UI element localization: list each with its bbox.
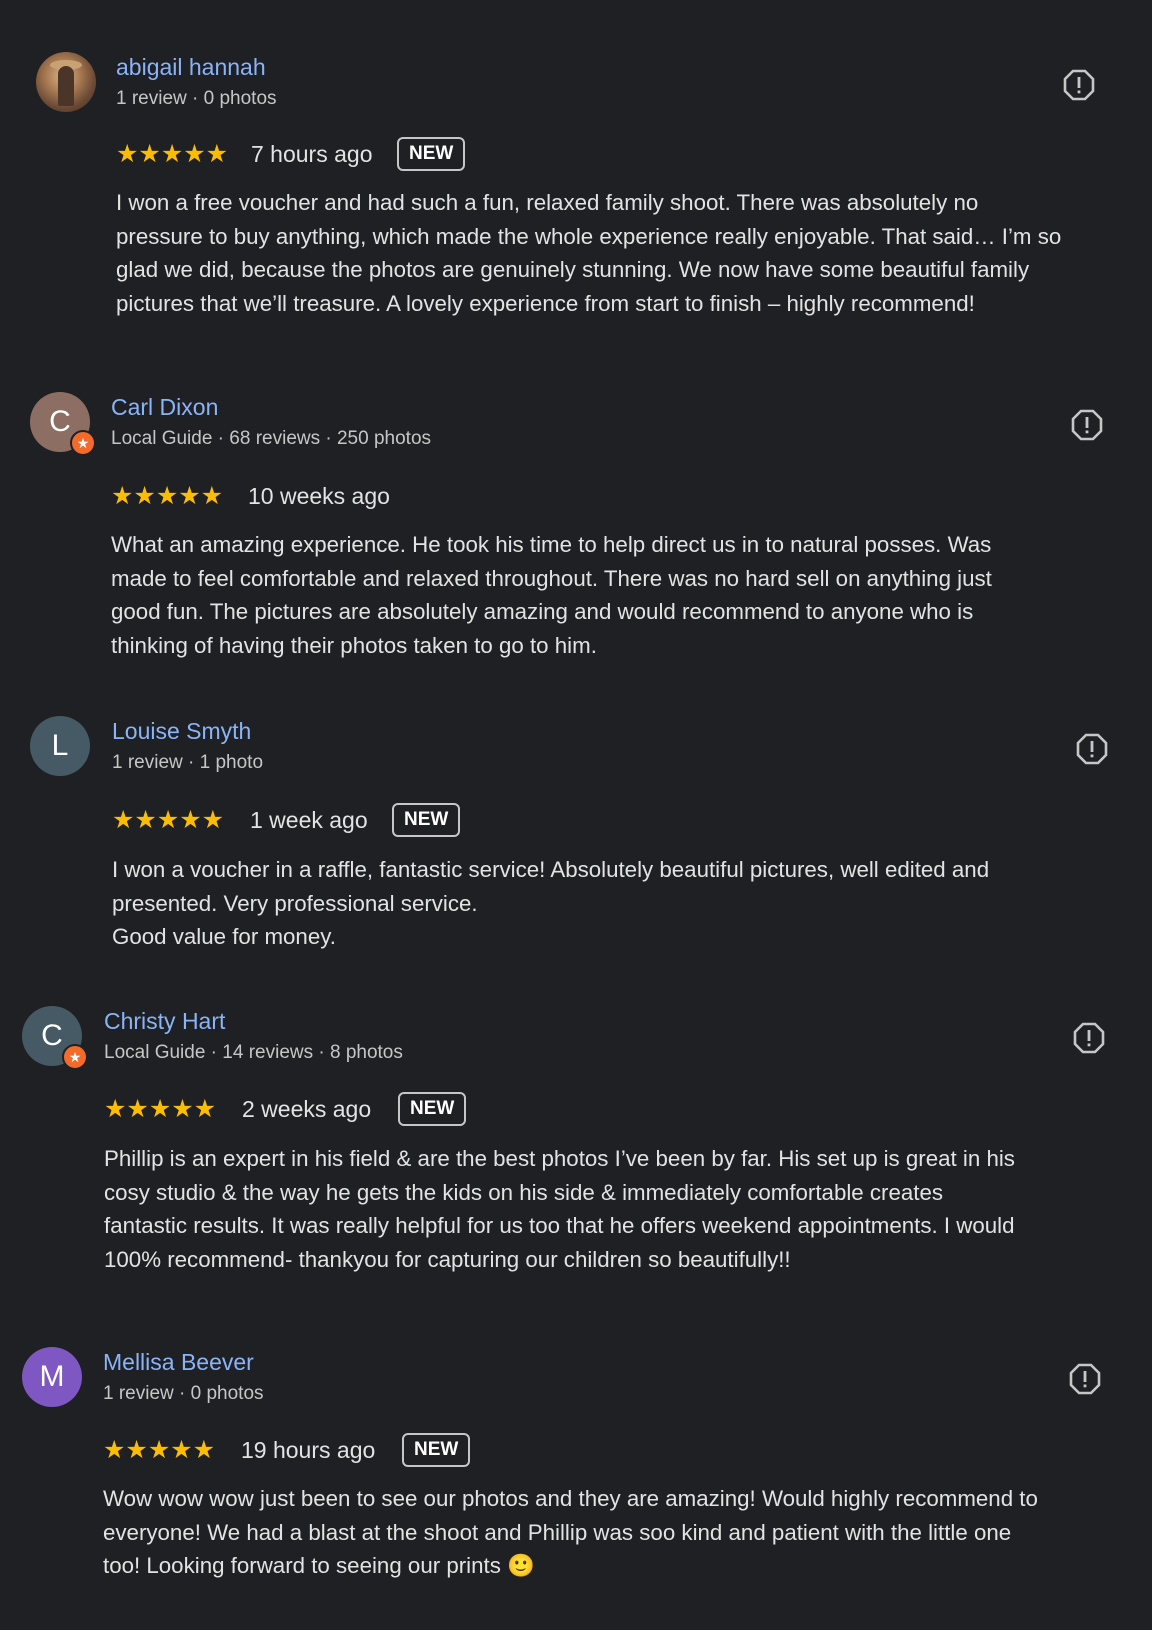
review-time: 10 weeks ago [248, 483, 390, 509]
reviewer-meta: 1 review · 0 photos [103, 1383, 264, 1404]
flag-report-icon[interactable] [1062, 68, 1096, 102]
star-rating: ★★★★★ [111, 482, 224, 510]
reviewer-avatar[interactable]: C ★ [30, 392, 96, 456]
reviewer-name[interactable]: Louise Smyth [112, 718, 251, 745]
review-time: 2 weeks ago [242, 1096, 372, 1122]
avatar-letter: M [39, 1360, 65, 1393]
reviewer-avatar[interactable] [36, 52, 96, 112]
reviewer-name[interactable]: Carl Dixon [111, 394, 218, 421]
review-text: Wow wow wow just been to see our photos … [103, 1486, 1038, 1579]
new-badge: NEW [397, 137, 466, 171]
new-badge: NEW [392, 803, 461, 837]
review-text: I won a free voucher and had such a fun,… [116, 190, 1062, 316]
star-rating: ★★★★★ [112, 806, 225, 834]
star-rating: ★★★★★ [104, 1095, 217, 1123]
review-time: 7 hours ago [251, 141, 373, 167]
flag-report-icon[interactable] [1075, 732, 1109, 766]
reviewer-meta: Local Guide · 14 reviews · 8 photos [104, 1042, 403, 1063]
reviewer-meta: 1 review · 0 photos [116, 88, 277, 109]
reviewer-avatar[interactable]: M [22, 1347, 82, 1407]
flag-report-icon[interactable] [1070, 408, 1104, 442]
star-rating: ★★★★★ [116, 140, 229, 168]
local-guide-star-icon: ★ [70, 430, 96, 456]
review-time: 1 week ago [250, 807, 368, 833]
reviewer-avatar[interactable]: L [30, 716, 90, 776]
reviewer-meta: Local Guide · 68 reviews · 250 photos [111, 428, 432, 449]
reviewer-avatar[interactable]: C ★ [22, 1006, 88, 1070]
avatar-letter: L [51, 729, 69, 762]
star-rating: ★★★★★ [103, 1436, 216, 1464]
flag-report-icon[interactable] [1072, 1021, 1106, 1055]
avatar-letter: C [49, 405, 71, 438]
avatar-letter: C [41, 1019, 63, 1052]
review-text: What an amazing experience. He took his … [111, 532, 992, 658]
reviewer-name[interactable]: Mellisa Beever [103, 1349, 254, 1376]
flag-report-icon[interactable] [1068, 1362, 1102, 1396]
review-text: Phillip is an expert in his field & are … [104, 1146, 1015, 1272]
avatar-photo-detail [58, 66, 74, 106]
new-badge: NEW [402, 1433, 471, 1467]
new-badge: NEW [398, 1092, 467, 1126]
local-guide-star-icon: ★ [62, 1044, 88, 1070]
review-text: I won a voucher in a raffle, fantastic s… [112, 857, 990, 950]
reviewer-name[interactable]: abigail hannah [116, 54, 266, 81]
reviewer-name[interactable]: Christy Hart [104, 1008, 225, 1035]
reviewer-meta: 1 review · 1 photo [112, 752, 264, 773]
review-time: 19 hours ago [241, 1437, 376, 1463]
